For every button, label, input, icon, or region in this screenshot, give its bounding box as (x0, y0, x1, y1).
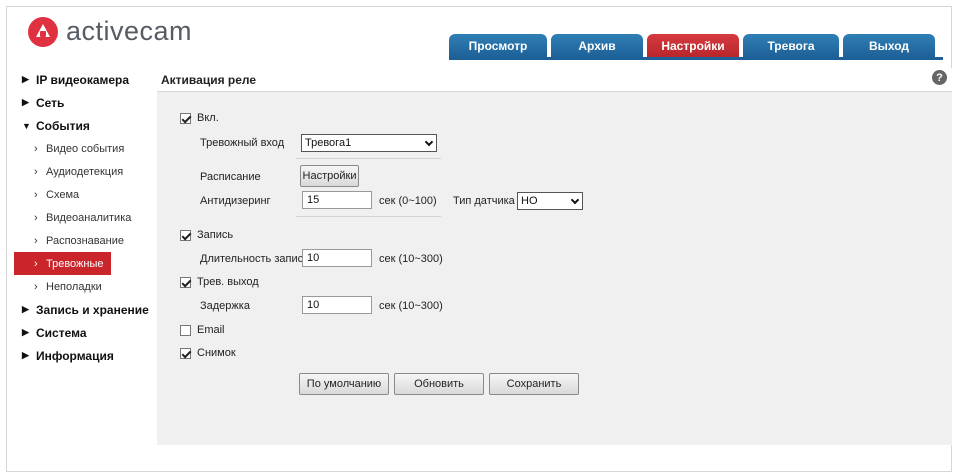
tab-settings[interactable]: Настройки (647, 34, 739, 58)
chevron-down-icon (570, 195, 580, 205)
panel-header (260, 68, 952, 92)
sidebar-item-recognition[interactable]: › Распознавание (14, 229, 154, 252)
chevron-right-icon: › (34, 188, 38, 201)
alarm-input-value: Тревога1 (305, 137, 352, 149)
logo-icon (28, 16, 58, 47)
sidebar-item-label: Аудиодетекция (46, 165, 124, 178)
delay-label: Задержка (200, 300, 250, 312)
antidither-label: Антидизеринг (200, 195, 271, 207)
sidebar-item-recording-storage[interactable]: ▶ Запись и хранение (14, 298, 154, 321)
sidebar-item-label: Схема (46, 188, 80, 201)
schedule-label: Расписание (200, 171, 261, 183)
alarm-out-checkbox-row[interactable]: Трев. выход (180, 276, 259, 288)
help-icon[interactable]: ? (932, 70, 947, 85)
email-checkbox-row[interactable]: Email (180, 324, 225, 336)
enable-checkbox[interactable] (180, 112, 191, 124)
sidebar-item-information[interactable]: ▶ Информация (14, 344, 154, 367)
chevron-right-icon: › (34, 280, 38, 293)
tab-view[interactable]: Просмотр (449, 34, 547, 58)
sidebar-item-video-analytics[interactable]: › Видеоаналитика (14, 206, 154, 229)
sidebar-item-label: Сеть (36, 95, 65, 110)
refresh-button[interactable]: Обновить (394, 373, 484, 395)
sidebar-item-label: Запись и хранение (36, 302, 149, 317)
tab-rule (449, 57, 943, 60)
sidebar-item-audio-detection[interactable]: › Аудиодетекция (14, 160, 154, 183)
sensor-type-value: НО (521, 195, 538, 207)
expand-icon: ▶ (22, 74, 29, 84)
record-duration-input[interactable]: 10 (302, 249, 372, 267)
sidebar-item-faults[interactable]: › Неполадки (14, 275, 154, 298)
tab-alarm[interactable]: Тревога (743, 34, 839, 58)
snapshot-checkbox-row[interactable]: Снимок (180, 347, 236, 359)
alarm-out-checkbox[interactable] (180, 276, 191, 288)
record-label: Запись (197, 229, 234, 241)
delay-input[interactable]: 10 (302, 296, 372, 314)
chevron-right-icon: › (34, 257, 38, 270)
logo-text: activecam (66, 16, 193, 46)
collapse-icon: ▼ (22, 120, 31, 131)
save-button[interactable]: Сохранить (489, 373, 579, 395)
sidebar-item-label: Распознавание (46, 234, 124, 247)
snapshot-checkbox[interactable] (180, 347, 191, 359)
sidebar-item-video-events[interactable]: › Видео события (14, 137, 154, 160)
record-checkbox-row[interactable]: Запись (180, 229, 233, 241)
expand-icon: ▶ (22, 304, 29, 314)
delay-unit: сек (10~300) (379, 300, 443, 312)
sidebar-item-alarms[interactable]: › Тревожные (14, 252, 111, 275)
alarm-input-label: Тревожный вход (200, 137, 285, 149)
logo: activecam (28, 16, 192, 47)
sidebar-item-label: Видеоаналитика (46, 211, 132, 224)
expand-icon: ▶ (22, 350, 29, 360)
chevron-right-icon: › (34, 211, 38, 224)
default-button[interactable]: По умолчанию (299, 373, 389, 395)
chevron-right-icon: › (34, 234, 38, 247)
record-duration-unit: сек (10~300) (379, 253, 443, 265)
chevron-down-icon (424, 137, 434, 147)
chevron-right-icon: › (34, 165, 38, 178)
sidebar-item-label: Система (36, 325, 87, 340)
sidebar: ▶ IP видеокамера ▶ Сеть ▼ События › Виде… (14, 68, 154, 367)
chevron-right-icon: › (34, 142, 38, 155)
panel-title: Активация реле (157, 68, 260, 92)
main-tabs: Просмотр Архив Настройки Тревога Выход (449, 34, 939, 58)
sidebar-item-label: Тревожные (46, 257, 104, 270)
sidebar-item-network[interactable]: ▶ Сеть (14, 91, 154, 114)
enable-label: Вкл. (197, 112, 219, 124)
email-label: Email (197, 324, 225, 336)
sidebar-item-system[interactable]: ▶ Система (14, 321, 154, 344)
alarm-input-select[interactable]: Тревога1 (301, 134, 437, 152)
record-duration-label: Длительность записи (200, 253, 310, 265)
antidither-input[interactable]: 15 (302, 191, 372, 209)
record-checkbox[interactable] (180, 229, 191, 241)
divider (296, 158, 441, 159)
sidebar-item-label: События (36, 118, 90, 133)
sidebar-item-label: IP видеокамера (36, 72, 130, 87)
expand-icon: ▶ (22, 327, 29, 337)
sidebar-item-schema[interactable]: › Схема (14, 183, 154, 206)
schedule-settings-button[interactable]: Настройки (300, 165, 359, 187)
email-checkbox[interactable] (180, 324, 191, 336)
enable-checkbox-row[interactable]: Вкл. (180, 112, 219, 124)
sidebar-item-events[interactable]: ▼ События (14, 114, 154, 137)
snapshot-label: Снимок (197, 347, 236, 359)
sidebar-item-label: Информация (36, 348, 114, 363)
divider (296, 216, 441, 217)
tab-archive[interactable]: Архив (551, 34, 643, 58)
sidebar-item-label: Видео события (46, 142, 125, 155)
expand-icon: ▶ (22, 97, 29, 107)
tab-logout[interactable]: Выход (843, 34, 935, 58)
sensor-type-select[interactable]: НО (517, 192, 583, 210)
sidebar-item-label: Неполадки (46, 280, 102, 293)
sidebar-item-ip-camera[interactable]: ▶ IP видеокамера (14, 68, 154, 91)
sensor-type-label: Тип датчика (453, 195, 515, 207)
antidither-unit: сек (0~100) (379, 195, 437, 207)
alarm-out-label: Трев. выход (197, 276, 259, 288)
